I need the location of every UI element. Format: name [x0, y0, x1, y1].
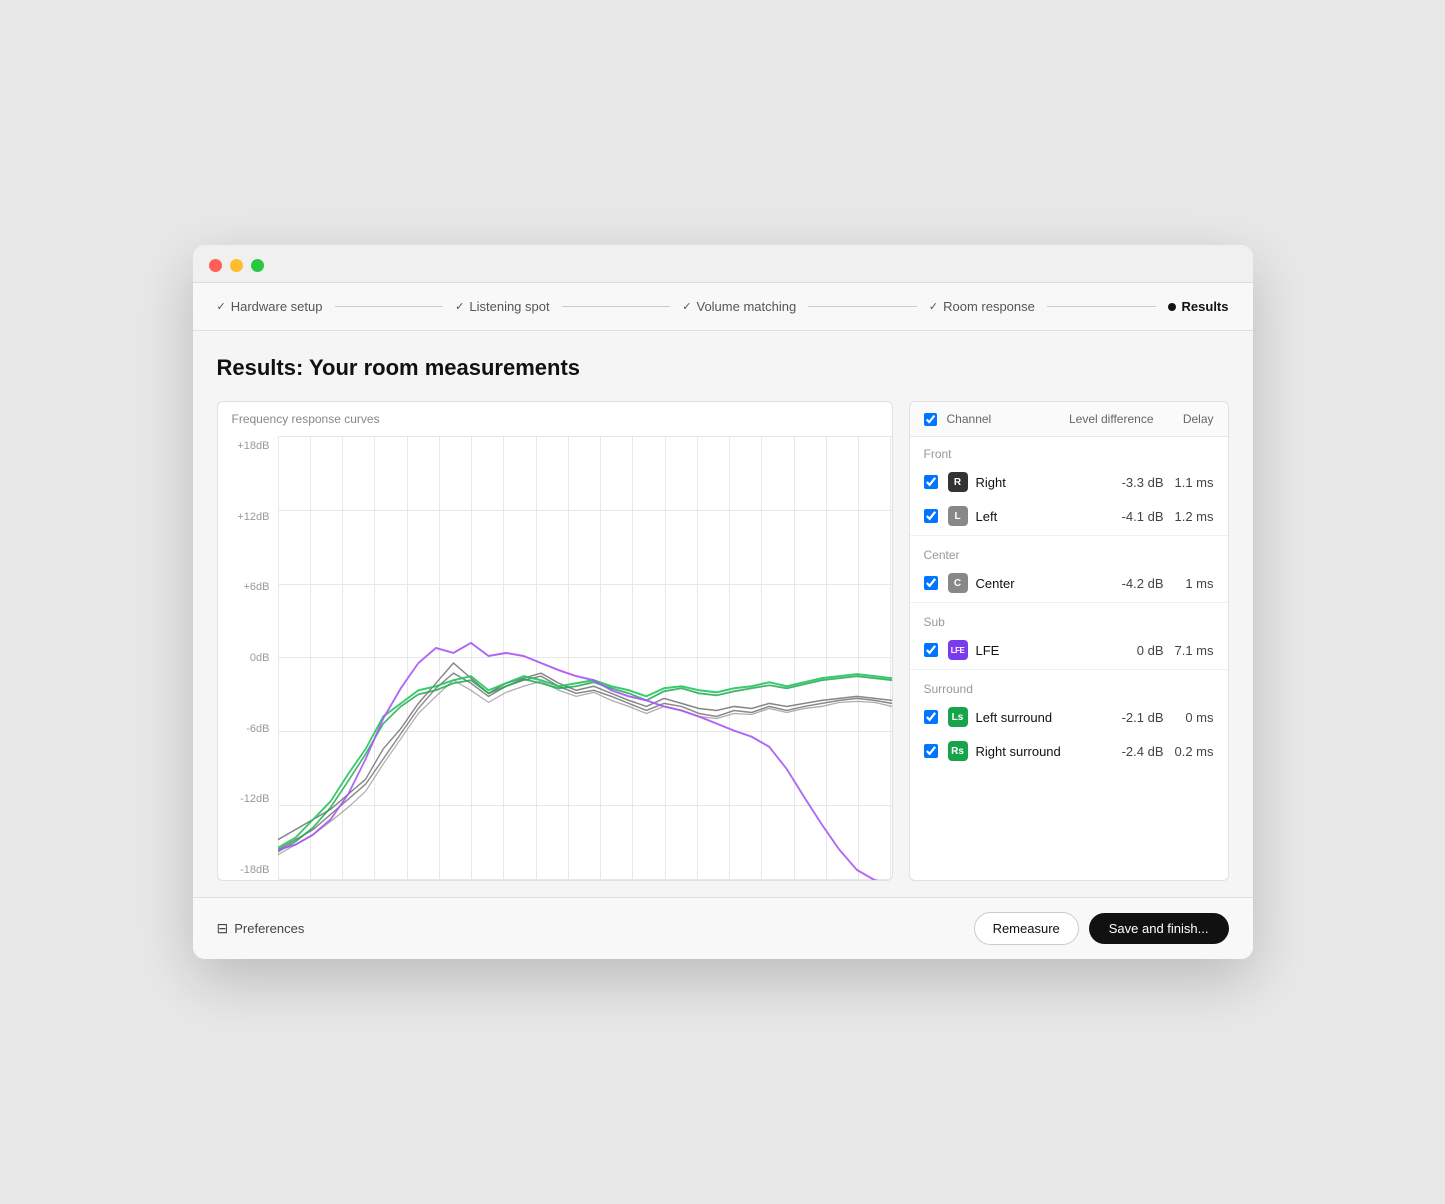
- badge-left: L: [948, 506, 968, 526]
- close-button[interactable]: [209, 259, 222, 272]
- channel-name-left: Left: [976, 509, 1094, 524]
- channel-checkbox-right[interactable]: [924, 475, 938, 489]
- step-line-3: [808, 306, 917, 307]
- channel-row-lfe: LFE LFE 0 dB 7.1 ms: [910, 633, 1228, 667]
- content-area: Results: Your room measurements Frequenc…: [193, 331, 1253, 897]
- preferences-label: Preferences: [234, 921, 304, 936]
- divider-3: [910, 669, 1228, 670]
- channel-checkbox-left[interactable]: [924, 509, 938, 523]
- channel-name-center: Center: [976, 576, 1094, 591]
- y-label-12p: +12dB: [237, 511, 269, 523]
- save-button[interactable]: Save and finish...: [1089, 913, 1229, 944]
- step-line-4: [1047, 306, 1156, 307]
- titlebar: [193, 245, 1253, 283]
- channel-level-left: -4.1 dB: [1094, 509, 1164, 524]
- wizard-steps: ✓ Hardware setup ✓ Listening spot ✓ Volu…: [193, 283, 1253, 331]
- page-title: Results: Your room measurements: [217, 355, 1229, 381]
- channel-delay-rs: 0.2 ms: [1164, 744, 1214, 759]
- channel-level-center: -4.2 dB: [1094, 576, 1164, 591]
- channel-delay-ls: 0 ms: [1164, 710, 1214, 725]
- footer-actions: Remeasure Save and finish...: [974, 912, 1229, 945]
- y-label-12n: -12dB: [240, 793, 269, 805]
- channel-row-right-surround: Rs Right surround -2.4 dB 0.2 ms: [910, 734, 1228, 768]
- channel-name-lfe: LFE: [976, 643, 1094, 658]
- channel-name-right: Right: [976, 475, 1094, 490]
- y-label-6n: -6dB: [246, 723, 269, 735]
- divider-2: [910, 602, 1228, 603]
- y-axis: +18dB +12dB +6dB 0dB -6dB -12dB -18dB: [218, 436, 278, 880]
- channel-checkbox-center[interactable]: [924, 576, 938, 590]
- divider-1: [910, 535, 1228, 536]
- maximize-button[interactable]: [251, 259, 264, 272]
- step-line-2: [562, 306, 671, 307]
- minimize-button[interactable]: [230, 259, 243, 272]
- main-area: Frequency response curves +18dB +12dB +6…: [217, 401, 1229, 881]
- badge-lfe: LFE: [948, 640, 968, 660]
- frequency-response-svg: [278, 436, 892, 880]
- channel-row-center: C Center -4.2 dB 1 ms: [910, 566, 1228, 600]
- chart-drawing-area: [278, 436, 892, 880]
- channel-delay-left: 1.2 ms: [1164, 509, 1214, 524]
- channel-table-header: Channel Level difference Delay: [910, 402, 1228, 437]
- chart-panel: Frequency response curves +18dB +12dB +6…: [217, 401, 893, 881]
- channel-row-left: L Left -4.1 dB 1.2 ms: [910, 499, 1228, 533]
- step-listening-spot[interactable]: ✓ Listening spot: [455, 299, 549, 314]
- badge-ls: Ls: [948, 707, 968, 727]
- level-col-header: Level difference: [1054, 412, 1154, 426]
- channel-delay-right: 1.1 ms: [1164, 475, 1214, 490]
- badge-center: C: [948, 573, 968, 593]
- remeasure-button[interactable]: Remeasure: [974, 912, 1079, 945]
- check-icon: ✓: [682, 300, 691, 313]
- channel-level-rs: -2.4 dB: [1094, 744, 1164, 759]
- chart-grid: [278, 436, 892, 880]
- y-label-6p: +6dB: [244, 581, 270, 593]
- channel-name-ls: Left surround: [976, 710, 1094, 725]
- channel-panel: Channel Level difference Delay Front R R…: [909, 401, 1229, 881]
- app-window: ✓ Hardware setup ✓ Listening spot ✓ Volu…: [193, 245, 1253, 959]
- step-hardware-setup[interactable]: ✓ Hardware setup: [217, 299, 323, 314]
- channel-level-right: -3.3 dB: [1094, 475, 1164, 490]
- channel-delay-lfe: 7.1 ms: [1164, 643, 1214, 658]
- preferences-button[interactable]: ⊟ Preferences: [217, 920, 305, 937]
- y-label-0: 0dB: [250, 652, 270, 664]
- section-sub: Sub: [910, 605, 1228, 633]
- channel-row-left-surround: Ls Left surround -2.1 dB 0 ms: [910, 700, 1228, 734]
- active-dot: [1168, 303, 1176, 311]
- delay-col-header: Delay: [1154, 412, 1214, 426]
- channel-checkbox-rs[interactable]: [924, 744, 938, 758]
- section-surround: Surround: [910, 672, 1228, 700]
- channel-col-header: Channel: [947, 412, 992, 426]
- channel-checkbox-lfe[interactable]: [924, 643, 938, 657]
- step-room-response[interactable]: ✓ Room response: [929, 299, 1035, 314]
- section-center: Center: [910, 538, 1228, 566]
- channel-checkbox-ls[interactable]: [924, 710, 938, 724]
- select-all-checkbox[interactable]: [924, 413, 937, 426]
- step-results[interactable]: Results: [1168, 299, 1229, 314]
- check-icon: ✓: [455, 300, 464, 313]
- preferences-icon: ⊟: [217, 920, 229, 937]
- footer: ⊟ Preferences Remeasure Save and finish.…: [193, 897, 1253, 959]
- channel-delay-center: 1 ms: [1164, 576, 1214, 591]
- step-volume-matching[interactable]: ✓ Volume matching: [682, 299, 796, 314]
- channel-row-right: R Right -3.3 dB 1.1 ms: [910, 465, 1228, 499]
- channel-level-ls: -2.1 dB: [1094, 710, 1164, 725]
- y-label-18p: +18dB: [237, 440, 269, 452]
- badge-right: R: [948, 472, 968, 492]
- check-icon: ✓: [929, 300, 938, 313]
- chart-label: Frequency response curves: [232, 412, 380, 426]
- section-front: Front: [910, 437, 1228, 465]
- step-line-1: [335, 306, 444, 307]
- badge-rs: Rs: [948, 741, 968, 761]
- channel-level-lfe: 0 dB: [1094, 643, 1164, 658]
- channel-name-rs: Right surround: [976, 744, 1094, 759]
- y-label-18n: -18dB: [240, 864, 269, 876]
- check-icon: ✓: [217, 300, 226, 313]
